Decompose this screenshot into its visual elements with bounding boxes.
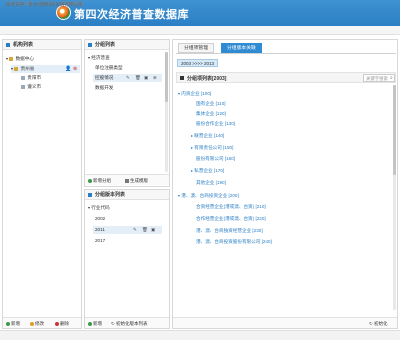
list-item[interactable]: 集体企业 [120] (196, 110, 226, 118)
list-scrollbar[interactable] (393, 85, 396, 310)
org-panel: 机构列表 ▾ 数据中心 ▾ 贵州省 👤 ⊗ 贵阳市 遵义市 新增 修改 删除 (2, 39, 82, 329)
class-tree-item[interactable]: ▾ 经济普查 (88, 54, 162, 62)
version-panel: 分组版本列表 ▾ 行业代码 2002 2011 ✎ 🗑 ▣ 2017 新增 ↻ … (84, 189, 170, 329)
version-panel-footer: 新增 ↻ 初始化版本列表 (85, 317, 169, 328)
add-group-button[interactable]: 新增分组 (88, 177, 111, 184)
trash-icon[interactable]: 🗑 (142, 226, 148, 234)
init-button[interactable]: ↻ 初始化 (369, 320, 388, 327)
list-item[interactable]: ▸ 私营企业 [170] (191, 167, 224, 175)
edit-icon (30, 321, 34, 326)
tab-group-items[interactable]: 分组项管理 (178, 43, 214, 53)
plus-icon (88, 178, 92, 183)
class-tree-item[interactable]: 单位注册类型 (95, 64, 162, 72)
list-item[interactable]: 合作经营企业(港或澳、台资) [220] (196, 215, 266, 223)
class-scrollbar[interactable] (165, 52, 168, 172)
list-item[interactable]: ▸ 有限责任公司 [150] (191, 144, 233, 152)
tab-bar: 分组项管理 分组版本关联 (176, 43, 396, 54)
list-item[interactable]: 股份合作企业 [130] (196, 120, 235, 128)
expand-icon[interactable]: ▸ (191, 145, 193, 150)
add-circle-icon[interactable]: ⊕ (153, 74, 157, 82)
list-item[interactable]: ▸ 联营企业 [140] (191, 132, 224, 140)
edit-org-button[interactable]: 修改 (30, 320, 44, 327)
version-chip[interactable]: 2003 >>>> 2013 (177, 59, 219, 67)
list-item[interactable]: 国有企业 [110] (196, 100, 226, 108)
collapse-icon[interactable]: ▾ (88, 55, 90, 60)
list-footer: ↻ 初始化 (173, 317, 397, 328)
list-title: 分组项列表[2003] (187, 76, 227, 82)
version-panel-title: 分组版本列表 (95, 192, 126, 198)
class-panel-footer: 新增分组 生成模版 (85, 174, 169, 185)
generate-template-button[interactable]: 生成模版 (125, 177, 148, 184)
list-item[interactable]: ▾ 港、澳、台商投资企业 [200] (178, 192, 239, 200)
collapse-icon[interactable]: ▾ (11, 66, 13, 71)
version-tree-item[interactable]: 2017 (95, 237, 162, 245)
refresh-icon: ↻ (111, 321, 115, 326)
expand-icon[interactable]: ▸ (191, 133, 193, 138)
list-item[interactable]: 合资经营企业(港或澳、台资) [210] (196, 203, 266, 211)
tab-version-association[interactable]: 分组版本关联 (221, 43, 262, 53)
class-panel-title: 分组列表 (95, 42, 116, 48)
org-panel-footer: 新增 修改 删除 (3, 317, 81, 328)
trash-icon[interactable]: 🗑 (135, 74, 141, 82)
list-item[interactable]: 港、澳、台商独资经营企业 [230] (196, 227, 263, 235)
app-title: 第四次经济普查数据库 (74, 9, 189, 21)
list-item[interactable]: 港、澳、台商投资股份有限公司 [240] (196, 238, 272, 246)
org-tree-item[interactable]: 贵阳市 (21, 74, 79, 82)
class-panel-header: 分组列表 (85, 40, 169, 50)
list-item[interactable]: 股份有限公司 [160] (196, 155, 235, 163)
version-tree-item-selected[interactable]: 2011 ✎ 🗑 ▣ (93, 226, 162, 234)
refresh-icon: ↻ (369, 321, 373, 326)
breadcrumb-bar (0, 26, 400, 35)
list-item[interactable]: 其他企业 [190] (196, 179, 226, 187)
expand-icon[interactable]: ▸ (191, 168, 193, 173)
delete-org-button[interactable]: 删除 (55, 320, 69, 327)
class-panel: 分组列表 ▾ 经济普查 单位注册类型 控股情况 ✎ 🗑 ▣ ⊕ 数据开发 新增分… (84, 39, 170, 187)
delete-icon[interactable]: ⊗ (73, 65, 77, 73)
list-icon (180, 76, 184, 80)
version-tree-item[interactable]: ▾ 行业代码 (88, 204, 162, 212)
plus-icon (6, 321, 10, 326)
org-tree-item-selected[interactable]: ▾ 贵州省 👤 ⊗ (11, 65, 80, 73)
trash-icon (55, 321, 59, 326)
save-icon[interactable]: ▣ (144, 74, 148, 82)
org-panel-header: 机构列表 (3, 40, 81, 50)
collapse-icon[interactable]: ▾ (178, 193, 180, 198)
list-item[interactable]: ▾ 内资企业 [100] (178, 90, 211, 98)
search-input[interactable]: 关键字搜索 ⌕ (363, 74, 395, 82)
template-icon (125, 178, 129, 183)
init-version-button[interactable]: ↻ 初始化版本列表 (111, 320, 148, 327)
org-tree-item[interactable]: ▾ 数据中心 (6, 55, 80, 63)
folder-icon (9, 56, 14, 61)
save-icon[interactable]: ▣ (151, 226, 155, 234)
user-icon[interactable]: 👤 (65, 65, 71, 73)
collapse-icon[interactable]: ▾ (6, 56, 8, 61)
page-footer (0, 330, 400, 340)
collapse-icon[interactable]: ▾ (178, 91, 180, 96)
class-tree-item-selected[interactable]: 控股情况 ✎ 🗑 ▣ ⊕ (93, 74, 162, 82)
collapse-icon[interactable]: ▾ (88, 205, 90, 210)
tech-support-text: 技术支持：贵州佳网科技发展有限公司 (6, 2, 83, 7)
list-icon (6, 43, 10, 47)
version-panel-header: 分组版本列表 (85, 190, 169, 200)
add-org-button[interactable]: 新增 (6, 320, 20, 327)
plus-icon (88, 321, 92, 326)
org-tree-item[interactable]: 遵义市 (21, 83, 79, 91)
main-panel: 分组项管理 分组版本关联 2003 >>>> 2013 分组项列表[2003] … (172, 39, 398, 329)
class-tree-item[interactable]: 数据开发 (95, 84, 162, 92)
search-icon[interactable]: ⌕ (390, 75, 393, 81)
add-version-button[interactable]: 新增 (88, 320, 102, 327)
file-icon (21, 75, 25, 80)
edit-icon[interactable]: ✎ (126, 74, 130, 82)
list-icon (88, 193, 92, 197)
folder-icon (14, 66, 19, 71)
file-icon (21, 84, 25, 89)
list-icon (88, 43, 92, 47)
edit-icon[interactable]: ✎ (133, 226, 137, 234)
version-tree-item[interactable]: 2002 (95, 215, 162, 223)
list-header: 分组项列表[2003] 关键字搜索 ⌕ (176, 72, 396, 83)
org-panel-title: 机构列表 (13, 42, 34, 48)
